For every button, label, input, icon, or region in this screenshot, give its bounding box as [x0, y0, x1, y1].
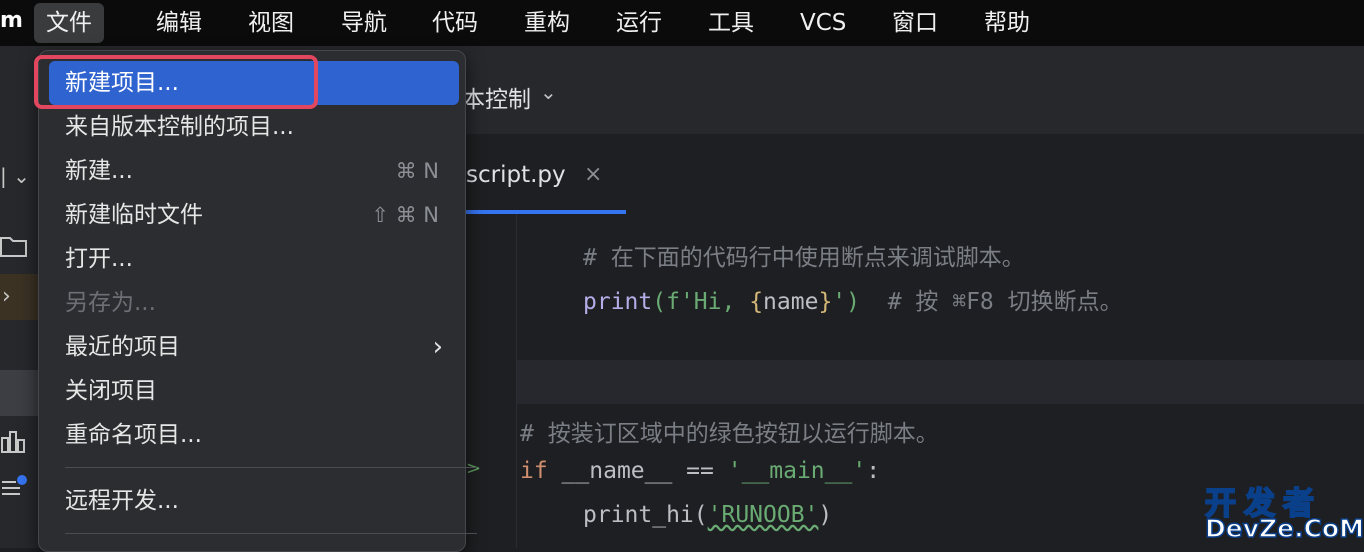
- code-brace-open: {: [749, 289, 764, 315]
- code-if-keyword: if: [520, 458, 548, 484]
- folder-icon[interactable]: [0, 234, 28, 264]
- tab-script-py[interactable]: script.py: [466, 162, 566, 188]
- code-fstring-close: '): [832, 289, 860, 315]
- menu-run[interactable]: 运行: [604, 3, 674, 43]
- menu-item-label: 远程开发...: [65, 488, 179, 514]
- menu-help[interactable]: 帮助: [972, 3, 1042, 43]
- menu-window[interactable]: 窗口: [880, 3, 950, 43]
- menu-code[interactable]: 代码: [420, 3, 490, 43]
- menu-item-new[interactable]: 新建... ⌘ N: [49, 149, 459, 193]
- shortcut-label: ⇧ ⌘ N: [371, 203, 439, 227]
- menu-navigate[interactable]: 导航: [329, 3, 399, 43]
- annotation-highlight-box: [34, 55, 318, 109]
- menu-item-label: 新建临时文件: [65, 202, 203, 228]
- menu-item-rename-project[interactable]: 重命名项目...: [49, 413, 459, 457]
- code-fstring-open: (f'Hi,: [652, 289, 750, 315]
- watermark-bottom-text: DevZe.CoM: [1204, 513, 1364, 544]
- menu-separator: [65, 533, 477, 534]
- code-call-arg: 'RUNOOB': [707, 502, 819, 528]
- menu-item-label: 新建...: [65, 158, 133, 184]
- code-if-main: if __name__ == '__main__':: [520, 458, 880, 484]
- watermark-logo: 开发者 DevZe.CoM: [1204, 478, 1364, 546]
- menu-item-save-as: 另存为...: [49, 281, 459, 325]
- code-comment-debug: # 在下面的代码行中使用断点来调试脚本。: [583, 245, 1025, 271]
- app-name-fragment: m: [0, 8, 23, 33]
- code-comment-run: # 按装订区域中的绿色按钮以运行脚本。: [520, 421, 939, 447]
- code-name-var: name: [763, 289, 819, 315]
- menu-item-project-from-vcs[interactable]: 来自版本控制的项目...: [49, 105, 459, 149]
- menu-bar: m 文件 编辑 视图 导航 代码 重构 运行 工具 VCS 窗口 帮助: [0, 0, 1364, 46]
- run-gutter-icon[interactable]: >: [466, 458, 481, 479]
- vcs-widget-label[interactable]: 本控制: [462, 80, 531, 114]
- code-call-fn: print_hi(: [583, 502, 708, 528]
- menu-item-label: 打开...: [65, 246, 133, 272]
- menu-edit[interactable]: 编辑: [144, 3, 214, 43]
- code-if-colon: :: [866, 458, 881, 484]
- menu-item-close-project[interactable]: 关闭项目: [49, 369, 459, 413]
- menu-item-open[interactable]: 打开...: [49, 237, 459, 281]
- code-main-string: '__main__': [727, 458, 867, 484]
- chevron-right-icon[interactable]: ›: [2, 284, 11, 309]
- selected-tool-window[interactable]: [0, 370, 40, 416]
- menu-item-label: 来自版本控制的项目...: [65, 114, 294, 140]
- menu-item-remote-development[interactable]: 远程开发...: [49, 479, 459, 523]
- menu-view[interactable]: 视图: [236, 3, 306, 43]
- code-brace-close: }: [818, 289, 833, 315]
- menu-vcs[interactable]: VCS: [788, 3, 858, 43]
- menu-item-label: 重命名项目...: [65, 422, 202, 448]
- menu-separator: [65, 467, 477, 468]
- code-call-close: ): [818, 502, 833, 528]
- code-print-line: print(f'Hi, {name}') # 按 ⌘F8 切换断点。: [583, 282, 1123, 316]
- chevron-right-icon: ›: [432, 332, 443, 362]
- menu-file[interactable]: 文件: [34, 3, 104, 43]
- menu-item-label: 最近的项目: [65, 334, 180, 360]
- menu-refactor[interactable]: 重构: [512, 3, 582, 43]
- menu-item-new-scratch-file[interactable]: 新建临时文件 ⇧ ⌘ N: [49, 193, 459, 237]
- menu-item-recent-projects[interactable]: 最近的项目 ›: [49, 325, 459, 369]
- shortcut-label: ⌘ N: [395, 159, 439, 183]
- menu-item-label: 另存为...: [65, 290, 156, 316]
- caret-row-highlight: [517, 360, 1364, 404]
- code-print-hi-call: print_hi('RUNOOB'): [583, 502, 832, 528]
- code-breakpoint-comment: # 按 ⌘F8 切换断点。: [860, 289, 1123, 315]
- code-if-condition: __name__ ==: [547, 458, 728, 484]
- chevron-down-icon[interactable]: ⌄: [540, 80, 557, 104]
- structure-icon[interactable]: [0, 428, 28, 460]
- close-icon[interactable]: ×: [584, 162, 602, 187]
- project-view-dropdown-icon[interactable]: | ⌄: [0, 164, 30, 188]
- todo-icon[interactable]: [0, 474, 30, 508]
- menu-tools[interactable]: 工具: [696, 3, 766, 43]
- file-menu-dropdown: 新建项目... 来自版本控制的项目... 新建... ⌘ N 新建临时文件 ⇧ ⌘ …: [38, 50, 477, 552]
- code-print-fn: print: [583, 289, 653, 315]
- menu-item-label: 关闭项目: [65, 378, 157, 404]
